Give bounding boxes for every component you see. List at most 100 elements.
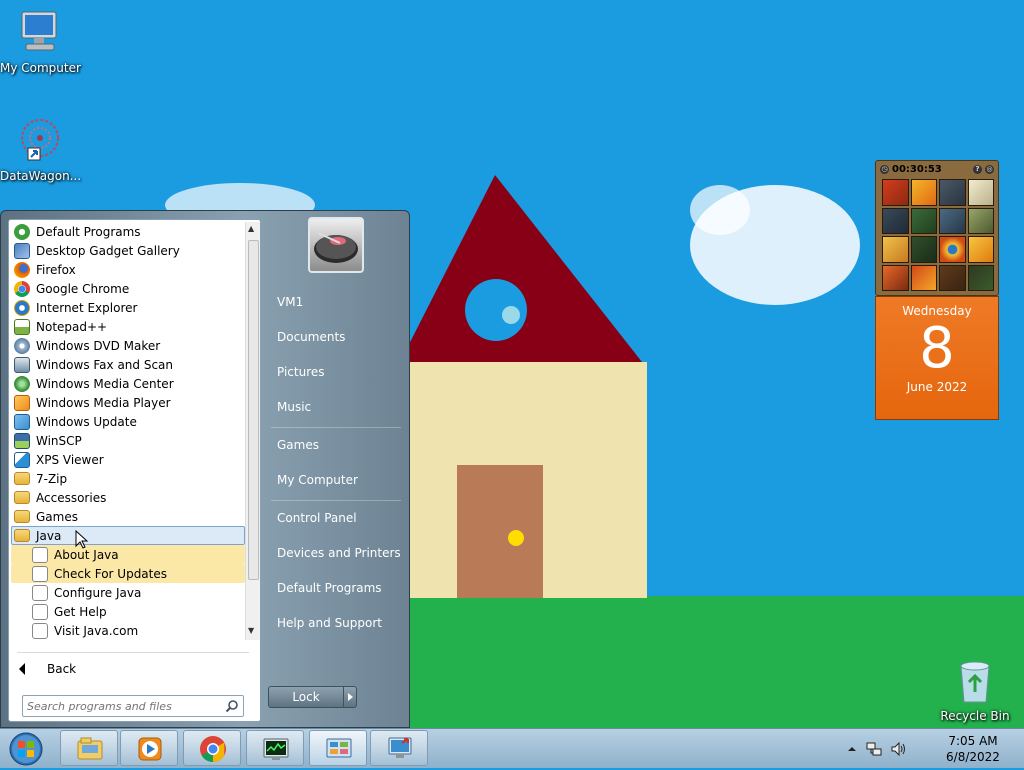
clock-time: 7:05 AM (948, 734, 998, 748)
taskbar-button-media-player[interactable] (120, 730, 178, 766)
program-item-windows-update[interactable]: Windows Update (11, 412, 245, 431)
program-item-winscp[interactable]: WinSCP (11, 431, 245, 450)
desktop-icon-datawagon[interactable]: DataWagon... (0, 116, 81, 183)
program-item-xps-viewer[interactable]: XPS Viewer (11, 450, 245, 469)
puzzle-tile[interactable] (910, 264, 937, 291)
java-icon (32, 622, 48, 639)
program-item-google-chrome[interactable]: Google Chrome (11, 279, 245, 298)
help-icon[interactable]: ? (973, 164, 982, 174)
java-item-get-help[interactable]: Get Help (11, 602, 245, 621)
puzzle-tile[interactable] (882, 264, 909, 291)
program-item-internet-explorer[interactable]: Internet Explorer (11, 298, 245, 317)
puzzle-tile[interactable] (939, 264, 966, 291)
network-shortcut-icon (21, 119, 59, 161)
java-item-about[interactable]: About Java (11, 545, 245, 564)
puzzle-tile[interactable] (967, 236, 994, 263)
power-options-arrow-icon[interactable] (343, 687, 357, 707)
program-item-gadget-gallery[interactable]: Desktop Gadget Gallery (11, 241, 245, 260)
windows-explorer-icon (77, 737, 103, 760)
puzzle-tile[interactable] (967, 264, 994, 291)
puzzle-tile[interactable] (967, 179, 994, 206)
puzzle-grid[interactable] (882, 179, 994, 291)
default-programs-link[interactable]: Default Programs (267, 573, 402, 603)
java-item-configure[interactable]: Configure Java (11, 583, 245, 602)
puzzle-tile[interactable] (939, 236, 966, 263)
search-box[interactable] (22, 695, 244, 717)
taskbar-button-control-panel[interactable] (309, 730, 367, 766)
pictures-link[interactable]: Pictures (267, 357, 402, 387)
control-panel-link[interactable]: Control Panel (267, 503, 402, 533)
start-button[interactable] (6, 731, 46, 767)
search-input[interactable] (27, 698, 217, 714)
scroll-up-icon[interactable]: ▲ (248, 224, 254, 233)
taskbar-button-task-manager[interactable] (246, 730, 304, 766)
program-item-notepadpp[interactable]: Notepad++ (11, 317, 245, 336)
programs-scrollbar[interactable]: ▲ ▼ (245, 222, 260, 640)
lock-button-label: Lock (292, 690, 320, 704)
back-button[interactable]: Back (19, 660, 76, 678)
scroll-thumb[interactable] (248, 240, 259, 580)
puzzle-tile[interactable] (882, 179, 909, 206)
media-center-icon (14, 375, 30, 392)
help-support-link[interactable]: Help and Support (267, 608, 402, 638)
all-programs-list: Default Programs Desktop Gadget Gallery … (11, 222, 245, 652)
puzzle-tile[interactable] (882, 207, 909, 234)
taskbar-button-chrome[interactable] (183, 730, 241, 766)
user-folder-link[interactable]: VM1 (267, 287, 402, 317)
java-item-check-updates[interactable]: Check For Updates (11, 564, 245, 583)
solve-icon[interactable]: ◎ (985, 164, 994, 174)
start-menu-programs-pane: Default Programs Desktop Gadget Gallery … (8, 219, 261, 722)
taskbar-button-windows-explorer[interactable] (60, 730, 118, 766)
network-icon[interactable] (866, 741, 882, 757)
taskbar-button-remote-desktop[interactable] (370, 730, 428, 766)
my-computer-link[interactable]: My Computer (267, 465, 402, 495)
games-link[interactable]: Games (267, 430, 402, 460)
chrome-icon (14, 280, 30, 297)
calendar-gadget[interactable]: Wednesday 8 June 2022 (875, 296, 999, 420)
java-item-visit[interactable]: Visit Java.com (11, 621, 245, 640)
puzzle-tile[interactable] (939, 179, 966, 206)
notepadpp-icon (14, 318, 30, 335)
calendar-month-year: June 2022 (906, 380, 968, 394)
taskbar-clock[interactable]: 7:05 AM 6/8/2022 (928, 733, 1018, 765)
program-folder-java[interactable]: Java (11, 526, 245, 549)
scroll-down-icon[interactable]: ▼ (248, 626, 254, 635)
music-link[interactable]: Music (267, 392, 402, 422)
program-item-media-center[interactable]: Windows Media Center (11, 374, 245, 393)
volume-icon[interactable] (890, 741, 906, 757)
program-item-media-player[interactable]: Windows Media Player (11, 393, 245, 412)
program-folder-games[interactable]: Games (11, 507, 245, 526)
program-item-fax-scan[interactable]: Windows Fax and Scan (11, 355, 245, 374)
lock-button[interactable]: Lock (268, 686, 357, 708)
puzzle-tile[interactable] (910, 236, 937, 263)
user-avatar[interactable] (308, 217, 364, 273)
windows-update-icon (14, 413, 30, 430)
folder-icon (14, 529, 30, 542)
taskbar: 7:05 AM 6/8/2022 (0, 728, 1024, 768)
puzzle-tile[interactable] (910, 207, 937, 234)
documents-link[interactable]: Documents (267, 322, 402, 352)
show-hidden-icons-icon[interactable] (844, 741, 860, 757)
java-icon (32, 546, 48, 563)
fax-scan-icon (14, 356, 30, 373)
program-item-default-programs[interactable]: Default Programs (11, 222, 245, 241)
puzzle-tile[interactable] (967, 207, 994, 234)
folder-icon (14, 472, 30, 485)
devices-printers-link[interactable]: Devices and Printers (267, 538, 402, 568)
picture-puzzle-gadget[interactable]: ◷ 00:30:53 ? ◎ (875, 160, 999, 296)
timer-icon[interactable]: ◷ (880, 164, 889, 174)
puzzle-tile[interactable] (939, 207, 966, 234)
program-item-firefox[interactable]: Firefox (11, 260, 245, 279)
puzzle-tile[interactable] (882, 236, 909, 263)
recycle-bin-icon (960, 661, 990, 703)
program-folder-accessories[interactable]: Accessories (11, 488, 245, 507)
divider (271, 427, 401, 428)
desktop-icon-my-computer[interactable]: My Computer (0, 8, 81, 75)
search-icon[interactable] (225, 699, 239, 713)
puzzle-tile[interactable] (910, 179, 937, 206)
program-item-dvd-maker[interactable]: Windows DVD Maker (11, 336, 245, 355)
control-panel-icon (326, 738, 352, 758)
program-folder-7zip[interactable]: 7-Zip (11, 469, 245, 488)
default-programs-icon (14, 223, 30, 240)
desktop-icon-recycle-bin[interactable]: Recycle Bin (935, 660, 1015, 723)
